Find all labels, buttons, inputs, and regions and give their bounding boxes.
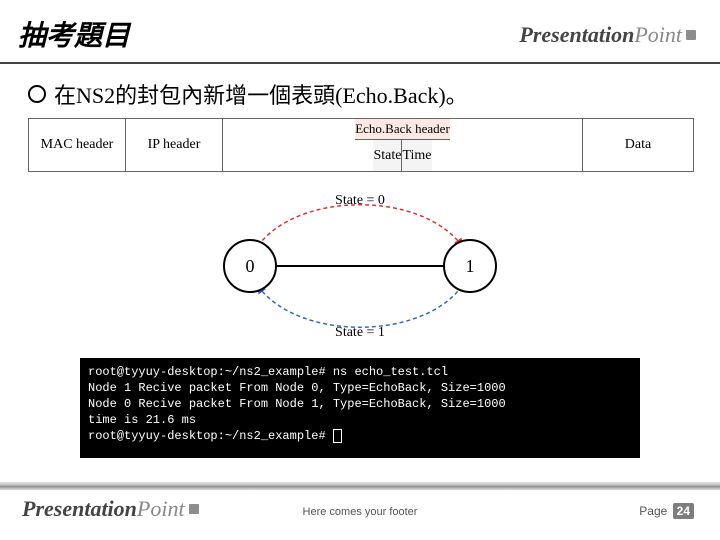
term-line-4: root@tyyuy-desktop:~/ns2_example# <box>88 429 333 443</box>
page-indicator: Page 24 <box>639 504 694 518</box>
terminal-cursor-icon <box>333 429 342 443</box>
slide-title: 抽考題目 <box>18 14 130 54</box>
node-1-label: 1 <box>466 256 475 276</box>
echoback-time-cell: Time <box>402 140 431 171</box>
state0-label: State = 0 <box>335 193 385 208</box>
terminal-output: root@tyyuy-desktop:~/ns2_example# ns ech… <box>80 358 640 458</box>
title-divider <box>0 62 720 64</box>
page-number: 24 <box>673 503 694 519</box>
page-label: Page <box>639 504 670 518</box>
bullet-item: 在NS2的封包內新增一個表頭(Echo.Back)。 <box>28 78 468 110</box>
footer-gradient-bar <box>0 482 720 490</box>
brand-dot-icon <box>686 30 696 40</box>
bullet-circle-icon <box>28 85 46 103</box>
echoback-title: Echo.Back header <box>355 119 450 140</box>
echoback-state-cell: State <box>373 140 402 171</box>
term-line-0: root@tyyuy-desktop:~/ns2_example# ns ech… <box>88 365 448 379</box>
state1-label: State = 1 <box>335 325 385 340</box>
brand-part2: Point <box>634 22 682 48</box>
echoback-header-group: Echo.Back header State Time <box>223 119 583 171</box>
ip-header-cell: IP header <box>126 119 223 171</box>
slide: 抽考題目 PresentationPoint 在NS2的封包內新增一個表頭(Ec… <box>0 0 720 540</box>
data-cell: Data <box>583 119 693 171</box>
term-line-1: Node 1 Recive packet From Node 0, Type=E… <box>88 381 506 395</box>
node-0-label: 0 <box>246 256 255 276</box>
brand-part1: Presentation <box>519 22 634 48</box>
state-diagram: 0 1 State = 0 State = 1 <box>188 186 532 346</box>
term-line-3: time is 21.6 ms <box>88 413 196 427</box>
term-line-2: Node 0 Recive packet From Node 1, Type=E… <box>88 397 506 411</box>
brand-logo-top: PresentationPoint <box>519 22 696 48</box>
bullet-text: 在NS2的封包內新增一個表頭(Echo.Back)。 <box>54 78 468 110</box>
mac-header-cell: MAC header <box>29 119 126 171</box>
packet-header-table: MAC header IP header Echo.Back header St… <box>28 118 694 172</box>
footer-text: Here comes your footer <box>0 506 720 518</box>
